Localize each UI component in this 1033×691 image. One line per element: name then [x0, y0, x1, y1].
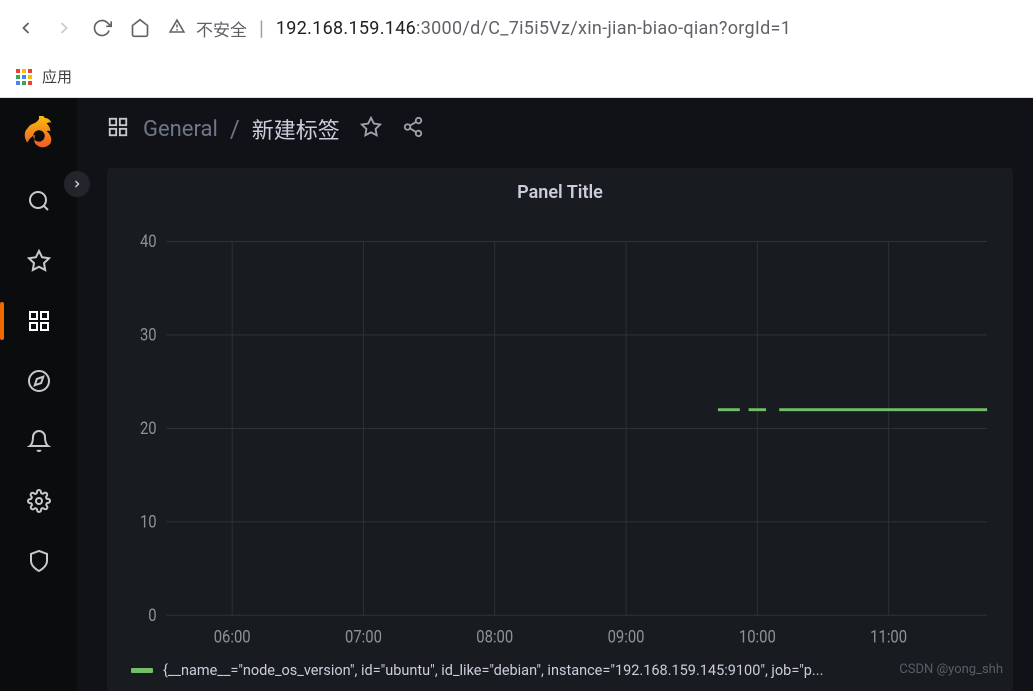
breadcrumb-separator: / [230, 115, 240, 143]
warning-icon [168, 17, 186, 40]
svg-text:11:00: 11:00 [870, 627, 907, 647]
apps-icon[interactable] [16, 69, 32, 85]
forward-button[interactable] [54, 18, 74, 38]
svg-text:10: 10 [140, 511, 157, 531]
explore-icon[interactable] [26, 368, 52, 394]
svg-text:06:00: 06:00 [214, 627, 251, 647]
dashboards-grid-icon[interactable] [107, 116, 129, 142]
url-text: 192.168.159.146:3000/d/C_7i5i5Vz/xin-jia… [276, 18, 791, 39]
url-separator: | [259, 16, 264, 40]
search-icon[interactable] [26, 188, 52, 214]
sidebar [0, 98, 77, 691]
admin-icon[interactable] [26, 548, 52, 574]
breadcrumb-dashboard[interactable]: 新建标签 [252, 113, 340, 145]
apps-label[interactable]: 应用 [42, 66, 72, 87]
svg-text:20: 20 [140, 418, 157, 438]
not-secure-label: 不安全 [196, 16, 247, 41]
svg-text:09:00: 09:00 [608, 627, 645, 647]
svg-text:08:00: 08:00 [476, 627, 513, 647]
configuration-icon[interactable] [26, 488, 52, 514]
alerting-icon[interactable] [26, 428, 52, 454]
grafana-logo[interactable] [20, 116, 58, 154]
reload-button[interactable] [92, 18, 112, 38]
panel[interactable]: Panel Title 0 10 20 30 40 06:00 07:00 08:00 09:0… [107, 168, 1013, 691]
back-button[interactable] [16, 18, 36, 38]
panel-title: Panel Title [125, 182, 995, 203]
dashboard-header: General / 新建标签 [77, 98, 1033, 160]
breadcrumb-folder[interactable]: General [143, 117, 218, 142]
url-bar[interactable]: 不安全 | 192.168.159.146:3000/d/C_7i5i5Vz/x… [168, 16, 1017, 41]
svg-text:40: 40 [140, 231, 157, 251]
dashboards-icon[interactable] [26, 308, 52, 334]
svg-text:07:00: 07:00 [345, 627, 382, 647]
home-button[interactable] [130, 18, 150, 38]
star-dashboard-button[interactable] [360, 116, 382, 142]
svg-text:0: 0 [148, 605, 156, 625]
chart-legend[interactable]: {__name__="node_os_version", id="ubuntu"… [125, 662, 995, 679]
expand-sidebar-button[interactable] [64, 171, 90, 197]
chart-plot-area[interactable]: 0 10 20 30 40 06:00 07:00 08:00 09:00 10:00 11:00 [125, 221, 995, 654]
svg-text:10:00: 10:00 [739, 627, 776, 647]
breadcrumb: General / 新建标签 [143, 113, 340, 145]
svg-text:30: 30 [140, 325, 157, 345]
legend-label: {__name__="node_os_version", id="ubuntu"… [163, 662, 823, 679]
legend-swatch [131, 668, 153, 673]
starred-icon[interactable] [26, 248, 52, 274]
watermark: CSDN @yong_shh [899, 662, 1003, 677]
share-dashboard-button[interactable] [402, 116, 424, 142]
